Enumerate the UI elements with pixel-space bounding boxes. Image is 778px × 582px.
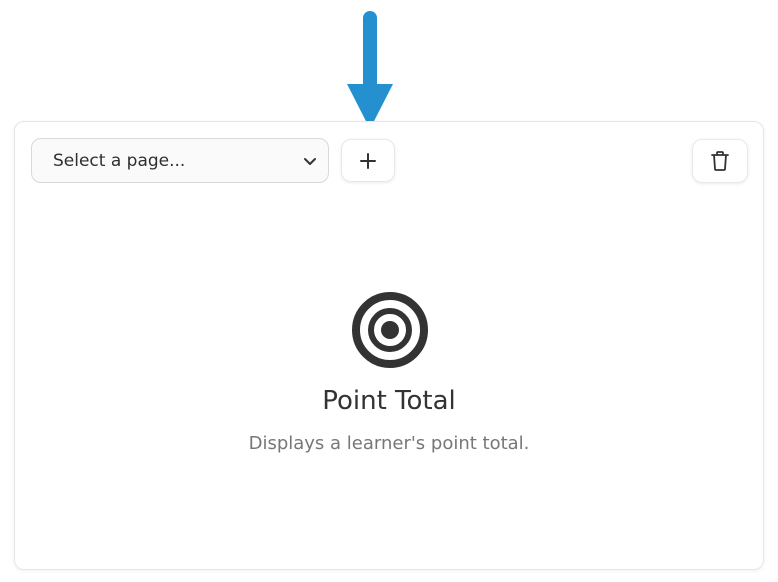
widget-title: Point Total [322,386,456,416]
add-page-button[interactable] [341,139,395,182]
page-select-label: Select a page... [53,150,186,171]
trash-icon [711,151,729,171]
point-total-widget-card: Select a page... Point Total Displays a … [14,121,764,570]
widget-description: Displays a learner's point total. [248,433,530,454]
target-icon [352,292,428,368]
delete-button[interactable] [692,139,748,183]
plus-icon [360,152,376,169]
chevron-down-icon [304,157,316,165]
page-select[interactable]: Select a page... [31,138,329,183]
annotation-arrow-icon [347,11,393,129]
